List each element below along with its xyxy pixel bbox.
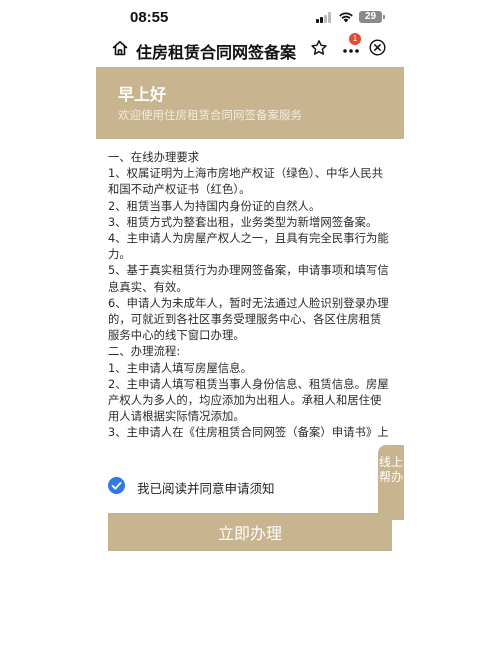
online-help-label: 线上帮办 [378, 455, 403, 484]
agreement-label: 我已阅读并同意申请须知 [137, 481, 275, 496]
online-help-tab[interactable]: 线上帮办 [378, 445, 404, 520]
notice-line: 二、办理流程: [108, 345, 181, 359]
page-title: 住房租赁合同网签备案 [136, 43, 297, 62]
notification-badge: 1 [349, 33, 361, 45]
notice-line: 5、基于真实租赁行为办理网签备案，申请事项和填写信息真实、有效。 [108, 264, 389, 294]
home-icon[interactable] [111, 39, 129, 57]
star-icon[interactable] [310, 39, 328, 57]
notice-line: 4、主申请人为房屋产权人之一，且具有完全民事行为能力。 [108, 232, 389, 262]
greeting-title: 早上好 [118, 85, 167, 104]
notice-line: 一、在线办理要求 [108, 151, 200, 164]
close-icon[interactable] [369, 39, 386, 56]
checkmark-icon [111, 482, 122, 490]
notice-line: 2、主申请人填写租赁当事人身份信息、租赁信息。房屋产权人为多人的，均应添加为出租… [108, 377, 389, 424]
submit-button[interactable]: 立即办理 [108, 513, 392, 551]
notice-line: 1、权属证明为上海市房地产权证（绿色）、中华人民共和国不动产权证书（红色）。 [108, 167, 384, 197]
notice-line: 2、租赁当事人为持国内身份证的自然人。 [108, 199, 321, 213]
application-notice[interactable]: 一、在线办理要求 1、权属证明为上海市房地产权证（绿色）、中华人民共和国不动产权… [108, 150, 392, 438]
status-time: 08:55 [130, 9, 169, 26]
greeting-subtitle: 欢迎使用住房租赁合同网签备案服务 [118, 108, 302, 122]
status-bar: 08:55 29 [0, 0, 500, 34]
signal-icon [316, 12, 332, 23]
greeting-banner: 早上好 欢迎使用住房租赁合同网签备案服务 [96, 67, 404, 139]
notice-line: 3、租赁方式为整套出租，业务类型为新增网签备案。 [108, 215, 378, 229]
notice-line: 3、主申请人在《住房租赁合同网签（备案）申请书》上签名 [108, 426, 389, 438]
agreement-row[interactable]: 我已阅读并同意申请须知 [108, 476, 368, 496]
wifi-icon [339, 12, 353, 23]
notice-line: 1、主申请人填写房屋信息。 [108, 361, 253, 375]
agreement-checkbox[interactable] [108, 477, 125, 494]
nav-bar: 住房租赁合同网签备案 1 [0, 33, 500, 66]
battery-icon: 29 [359, 11, 385, 23]
notice-line: 6、申请人为未成年人，暂时无法通过人脸识别登录办理的，可就近到各社区事务受理服务… [108, 296, 389, 343]
